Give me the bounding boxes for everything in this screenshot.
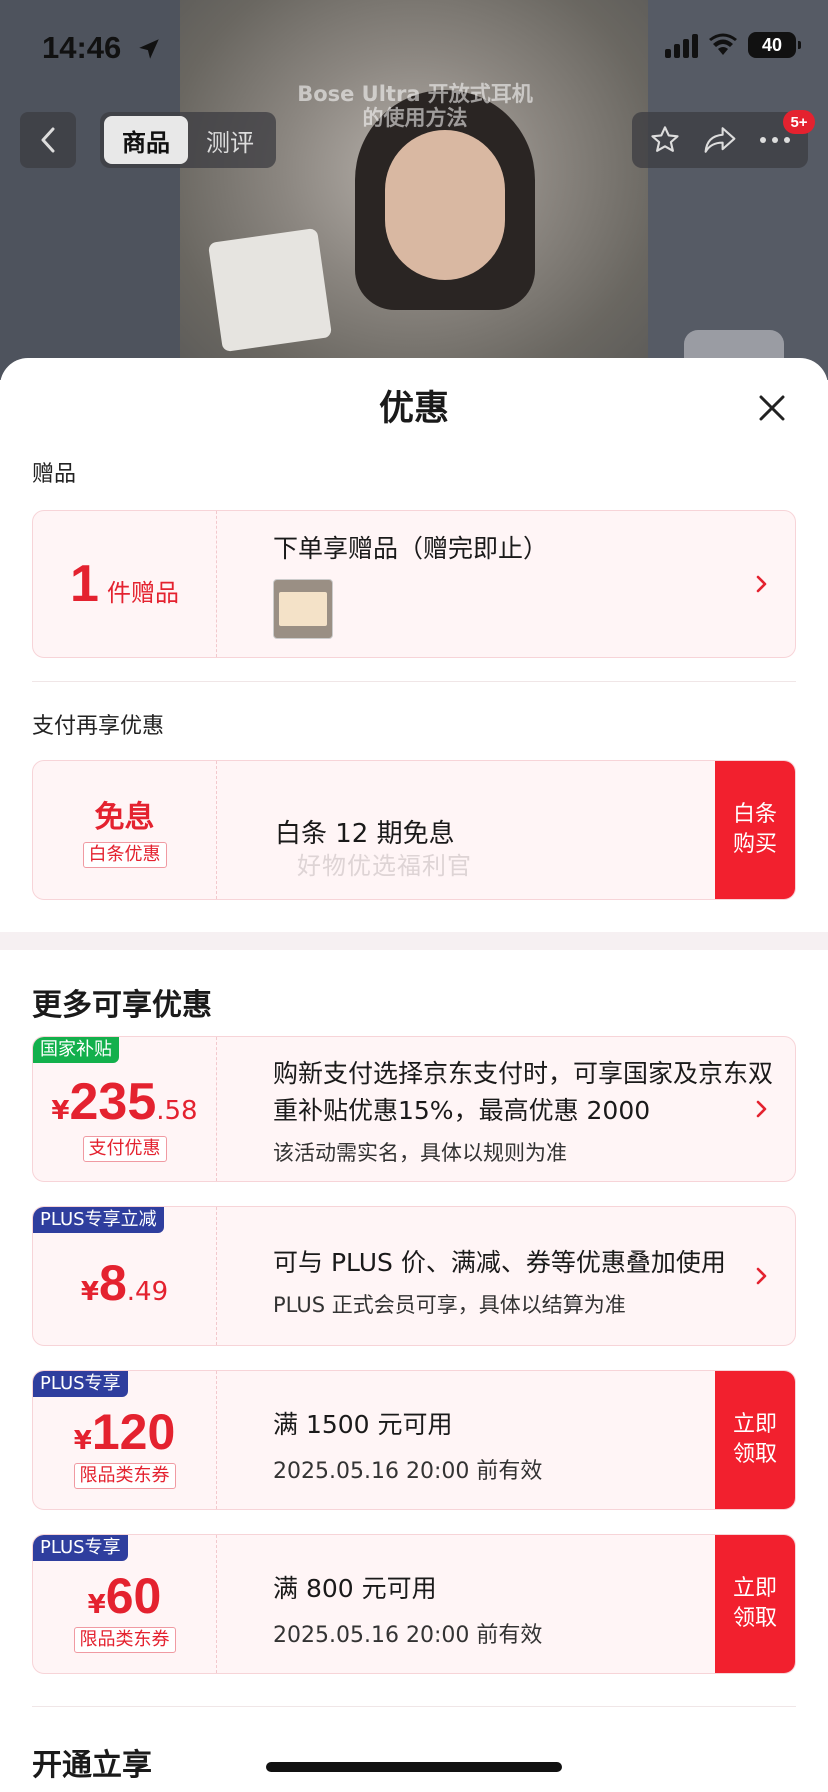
gift-card-image [279, 592, 327, 626]
subsidy-note: 该活动需实名，具体以规则为准 [273, 1141, 567, 1165]
close-icon[interactable] [752, 388, 792, 428]
message-count-badge: 5+ [783, 110, 815, 134]
subsidy-desc: 购新支付选择京东支付时，可享国家及京东双重补贴优惠15%，最高优惠 2000 [273, 1059, 774, 1125]
open-membership-title: 开通立享 [32, 1748, 152, 1783]
divider [32, 1706, 796, 1707]
more-dots-icon [759, 137, 790, 143]
subsidy-detail: 购新支付选择京东支付时，可享国家及京东双重补贴优惠15%，最高优惠 2000 该… [241, 1037, 795, 1181]
gift-count-unit: 件赠品 [106, 579, 179, 607]
section-separator [0, 932, 828, 950]
share-icon [704, 127, 736, 153]
share-button[interactable] [698, 118, 742, 162]
home-indicator[interactable] [266, 1762, 562, 1772]
header-actions [632, 112, 808, 168]
currency-symbol: ¥ [80, 1277, 99, 1307]
gift-thumbnail [273, 579, 333, 639]
pay-section-label: 支付再享优惠 [32, 714, 165, 739]
chevron-left-icon [41, 127, 55, 153]
gift-card[interactable]: 1 件赠品 下单享赠品（赠完即止） [32, 510, 796, 658]
coupon-card-120[interactable]: PLUS专享 ¥ 120 限品类东券 满 1500 元可用 2025.05.16… [32, 1370, 796, 1510]
plus-discount-desc: 可与 PLUS 价、满减、券等优惠叠加使用 [273, 1248, 726, 1277]
status-bar: 14:46 40 [0, 0, 828, 98]
back-button[interactable] [20, 112, 76, 168]
plus-discount-note: PLUS 正式会员可享，具体以结算为准 [273, 1293, 626, 1317]
product-box-image [207, 227, 333, 353]
plus-discount-card[interactable]: PLUS专享立减 ¥ 8 .49 可与 PLUS 价、满减、券等优惠叠加使用 P… [32, 1206, 796, 1346]
plus-discount-price-int: 8 [98, 1255, 127, 1311]
video-caption-line2: 的使用方法 [362, 106, 468, 130]
divider [32, 681, 796, 682]
chevron-right-icon [756, 575, 767, 593]
chevron-right-icon [756, 1267, 767, 1285]
subsidy-card[interactable]: 国家补贴 ¥ 235 .58 支付优惠 购新支付选择京东支付时，可享国家及京东双… [32, 1036, 796, 1182]
tab-goods[interactable]: 商品 [104, 116, 188, 164]
claim-coupon-button[interactable]: 立即 领取 [715, 1371, 795, 1509]
status-time: 14:46 [42, 30, 122, 65]
chevron-right-icon [756, 1100, 767, 1118]
coupon-amount-area: ¥ 120 限品类东券 [33, 1371, 217, 1509]
gift-section-label: 赠品 [32, 462, 77, 487]
subsidy-price-int: 235 [69, 1073, 157, 1131]
interest-free-label: 免息 [94, 800, 155, 835]
gift-count: 1 [70, 555, 99, 613]
favorite-button[interactable] [643, 118, 687, 162]
currency-symbol: ¥ [73, 1426, 92, 1456]
baitiao-buy-button[interactable]: 白条 购买 [715, 761, 795, 899]
coupon-card-60[interactable]: PLUS专享 ¥ 60 限品类东券 满 800 元可用 2025.05.16 2… [32, 1534, 796, 1674]
coupon-validity: 2025.05.16 20:00 前有效 [273, 1623, 543, 1648]
gift-desc: 下单享赠品（赠完即止） [273, 534, 549, 563]
currency-symbol: ¥ [51, 1096, 70, 1126]
coupon-condition: 满 800 元可用 [273, 1574, 437, 1603]
battery-icon: 40 [748, 32, 801, 58]
plus-discount-detail: 可与 PLUS 价、满减、券等优惠叠加使用 PLUS 正式会员可享，具体以结算为… [241, 1207, 795, 1345]
coupon-category-tag: 限品类东券 [73, 1627, 176, 1653]
wifi-icon [709, 33, 737, 55]
plus-discount-price-dec: .49 [126, 1277, 169, 1307]
presenter-face [385, 130, 505, 280]
star-icon [651, 126, 679, 152]
coupon-category-tag: 限品类东券 [73, 1463, 176, 1489]
coupon-condition: 满 1500 元可用 [273, 1410, 453, 1439]
baitiao-tag: 白条优惠 [82, 842, 167, 868]
subsidy-price-dec: .58 [156, 1096, 198, 1126]
location-arrow-icon [139, 39, 159, 59]
baitiao-benefit-area: 免息 白条优惠 [33, 761, 217, 899]
product-tabs: 商品 测评 [100, 112, 276, 168]
cellular-signal-icon [665, 32, 698, 58]
baitiao-desc: 白条 12 期免息 [275, 819, 455, 849]
subsidy-amount-area: ¥ 235 .58 支付优惠 [33, 1037, 217, 1181]
claim-coupon-button[interactable]: 立即 领取 [715, 1535, 795, 1673]
coupon-amount: 60 [105, 1568, 162, 1624]
coupon-validity: 2025.05.16 20:00 前有效 [273, 1459, 543, 1484]
status-indicators: 40 [665, 32, 801, 58]
currency-symbol: ¥ [87, 1590, 106, 1620]
plus-discount-amount-area: ¥ 8 .49 [33, 1207, 217, 1345]
watermark-text: 好物优选福利官 [297, 852, 472, 880]
tab-review[interactable]: 测评 [188, 116, 272, 164]
coupon-amount: 120 [91, 1404, 176, 1460]
subsidy-tag: 支付优惠 [82, 1136, 167, 1162]
coupon-detail: 满 1500 元可用 2025.05.16 20:00 前有效 [241, 1371, 795, 1509]
more-section-title: 更多可享优惠 [32, 988, 212, 1023]
gift-detail: 下单享赠品（赠完即止） [241, 511, 795, 657]
coupon-detail: 满 800 元可用 2025.05.16 20:00 前有效 [241, 1535, 795, 1673]
discount-sheet: 优惠 赠品 1 件赠品 下单享赠品（赠完即止） 支付再享优惠 免息 白条优惠 白… [0, 358, 828, 1792]
gift-count-area: 1 件赠品 [33, 511, 217, 657]
sheet-title: 优惠 [378, 389, 449, 429]
coupon-amount-area: ¥ 60 限品类东券 [33, 1535, 217, 1673]
